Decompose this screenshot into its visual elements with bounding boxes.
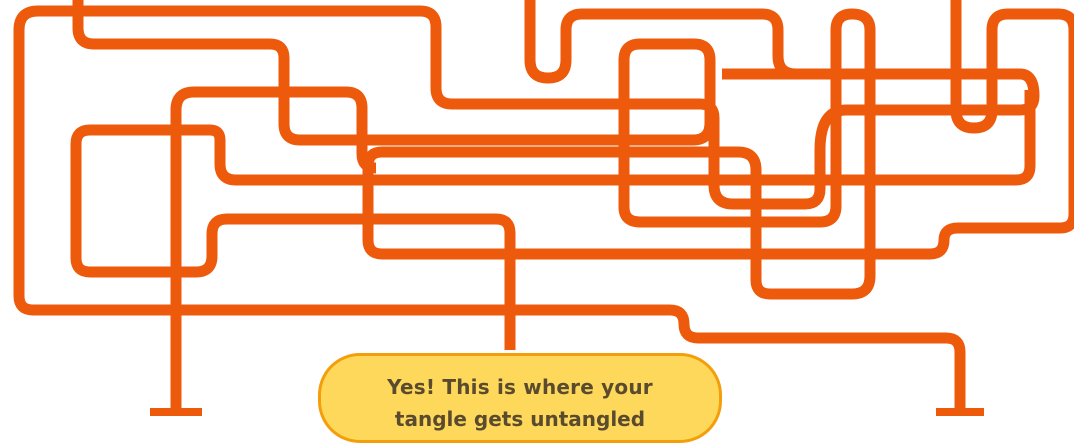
answer-text-line-2: tangle gets untangled	[394, 407, 646, 431]
wire-path-d[interactable]	[70, 124, 516, 350]
answer-text-line-1: Yes! This is where your	[387, 375, 653, 399]
answer-speech-bubble: Yes! This is where your tangle gets unta…	[318, 353, 722, 443]
wire-path-b[interactable]	[72, 0, 1074, 300]
